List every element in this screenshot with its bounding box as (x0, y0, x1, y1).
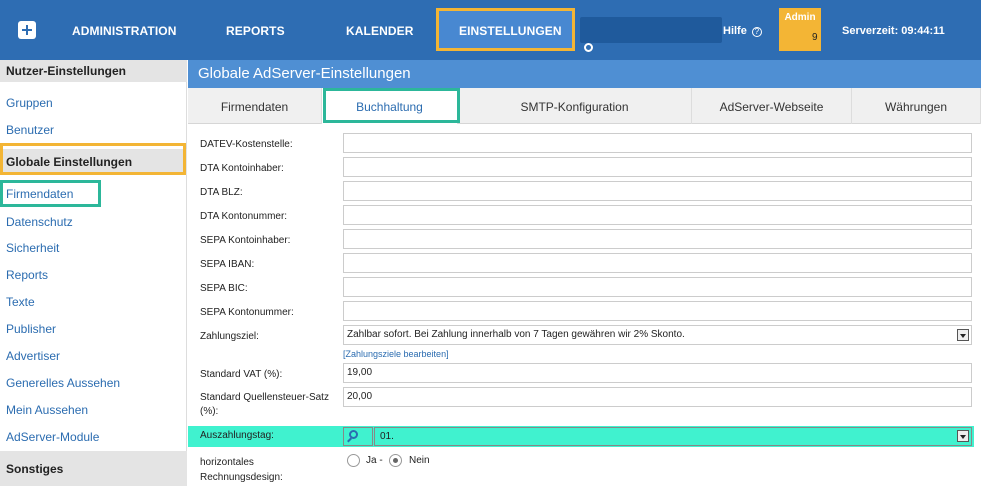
rechnungsdesign-label: horizontales Rechnungsdesign: (200, 455, 283, 485)
admin-badge[interactable]: Admin (779, 8, 821, 51)
auszahlungstag-select[interactable]: 01. (374, 427, 972, 446)
dta-blz-label: DTA BLZ: (200, 187, 243, 198)
help-icon: ? (751, 27, 762, 37)
sepa-kontonummer-label: SEPA Kontonummer: (200, 307, 294, 318)
zahlungsziel-select[interactable]: Zahlbar sofort. Bei Zahlung innerhalb vo… (343, 325, 972, 345)
datev-kostenstelle-field[interactable] (343, 133, 972, 153)
sidebar-item-advertiser[interactable]: Advertiser (6, 349, 60, 363)
search-icon[interactable] (349, 430, 358, 439)
sidebar-item-mein-aussehen[interactable]: Mein Aussehen (6, 403, 88, 417)
admin-badge-label: Admin (784, 12, 816, 23)
nav-reports[interactable]: REPORTS (226, 24, 285, 38)
sepa-kontoinhaber-label: SEPA Kontoinhaber: (200, 235, 291, 246)
sidebar-item-datenschutz[interactable]: Datenschutz (6, 215, 73, 229)
datev-kostenstelle-label: DATEV-Kostenstelle: (200, 139, 293, 150)
add-icon[interactable] (18, 21, 36, 39)
radio-nein-label: Nein (409, 455, 430, 466)
dta-kontoinhaber-field[interactable] (343, 157, 972, 177)
help-link[interactable]: Hilfe ? (723, 25, 762, 37)
tab-waehrungen[interactable]: Währungen (852, 88, 981, 124)
search-input[interactable] (580, 17, 722, 43)
nav-einstellungen[interactable]: EINSTELLUNGEN (459, 24, 562, 38)
tab-smtp-konfiguration[interactable]: SMTP-Konfiguration (458, 88, 692, 124)
sidebar-item-sicherheit[interactable]: Sicherheit (6, 241, 59, 255)
dta-kontonummer-label: DTA Kontonummer: (200, 211, 288, 222)
tab-adserver-webseite[interactable]: AdServer-Webseite (692, 88, 852, 124)
radio-nein[interactable] (389, 454, 402, 467)
zahlungsziel-label: Zahlungsziel: (200, 331, 259, 342)
quellensteuer-label-line2: (%): (200, 406, 219, 417)
rechnungsdesign-label-line1: horizontales (200, 457, 254, 468)
quellensteuer-field[interactable]: 20,00 (343, 387, 972, 407)
firmendaten-highlight (0, 180, 101, 207)
tab-firmendaten[interactable]: Firmendaten (188, 88, 322, 124)
globale-einstellungen-highlight (0, 143, 186, 175)
sidebar-item-publisher[interactable]: Publisher (6, 322, 56, 336)
sidebar: Nutzer-Einstellungen Gruppen Benutzer Gl… (0, 60, 187, 486)
dta-kontoinhaber-label: DTA Kontoinhaber: (200, 163, 284, 174)
page-title: Globale AdServer-Einstellungen (188, 60, 981, 88)
radio-ja[interactable] (347, 454, 360, 467)
standard-vat-field[interactable]: 19,00 (343, 363, 972, 383)
standard-vat-label: Standard VAT (%): (200, 369, 283, 380)
sidebar-item-benutzer[interactable]: Benutzer (6, 123, 54, 137)
sidebar-item-reports[interactable]: Reports (6, 268, 48, 282)
sepa-iban-label: SEPA IBAN: (200, 259, 255, 270)
auszahlungstag-value: 01. (380, 431, 394, 442)
sidebar-section-sonstiges: Sonstiges (0, 451, 187, 486)
sidebar-section-nutzer: Nutzer-Einstellungen (0, 60, 187, 82)
auszahlungstag-search-button[interactable] (343, 427, 373, 446)
sepa-iban-field[interactable] (343, 253, 972, 273)
sidebar-item-generelles-aussehen[interactable]: Generelles Aussehen (6, 376, 120, 390)
chevron-down-icon[interactable] (957, 329, 969, 341)
dta-kontonummer-field[interactable] (343, 205, 972, 225)
search-icon[interactable] (584, 43, 593, 52)
nav-kalender[interactable]: KALENDER (346, 24, 413, 38)
zahlungsziel-value: Zahlbar sofort. Bei Zahlung innerhalb vo… (347, 329, 685, 340)
admin-notification-count: 9 (812, 32, 818, 43)
sidebar-item-gruppen[interactable]: Gruppen (6, 96, 53, 110)
zahlungsziele-bearbeiten-link[interactable]: [Zahlungsziele bearbeiten] (343, 349, 449, 359)
sepa-bic-label: SEPA BIC: (200, 283, 248, 294)
server-time: Serverzeit: 09:44:11 (842, 25, 945, 37)
rechnungsdesign-label-line2: Rechnungsdesign: (200, 472, 283, 483)
sepa-bic-field[interactable] (343, 277, 972, 297)
tab-bar: Firmendaten Buchhaltung SMTP-Konfigurati… (188, 88, 981, 124)
sepa-kontoinhaber-field[interactable] (343, 229, 972, 249)
sidebar-item-adserver-module[interactable]: AdServer-Module (6, 430, 99, 444)
quellensteuer-label: Standard Quellensteuer-Satz (%): (200, 392, 329, 417)
quellensteuer-label-line1: Standard Quellensteuer-Satz (200, 392, 329, 403)
buchhaltung-tab-highlight (323, 88, 460, 123)
sepa-kontonummer-field[interactable] (343, 301, 972, 321)
chevron-down-icon[interactable] (957, 430, 969, 442)
sidebar-item-texte[interactable]: Texte (6, 295, 35, 309)
dta-blz-field[interactable] (343, 181, 972, 201)
nav-administration[interactable]: ADMINISTRATION (72, 24, 177, 38)
top-navigation-bar: ADMINISTRATION REPORTS KALENDER EINSTELL… (0, 0, 981, 60)
radio-ja-label: Ja - (366, 455, 383, 466)
help-label: Hilfe (723, 25, 747, 37)
auszahlungstag-label: Auszahlungstag: (200, 430, 274, 441)
